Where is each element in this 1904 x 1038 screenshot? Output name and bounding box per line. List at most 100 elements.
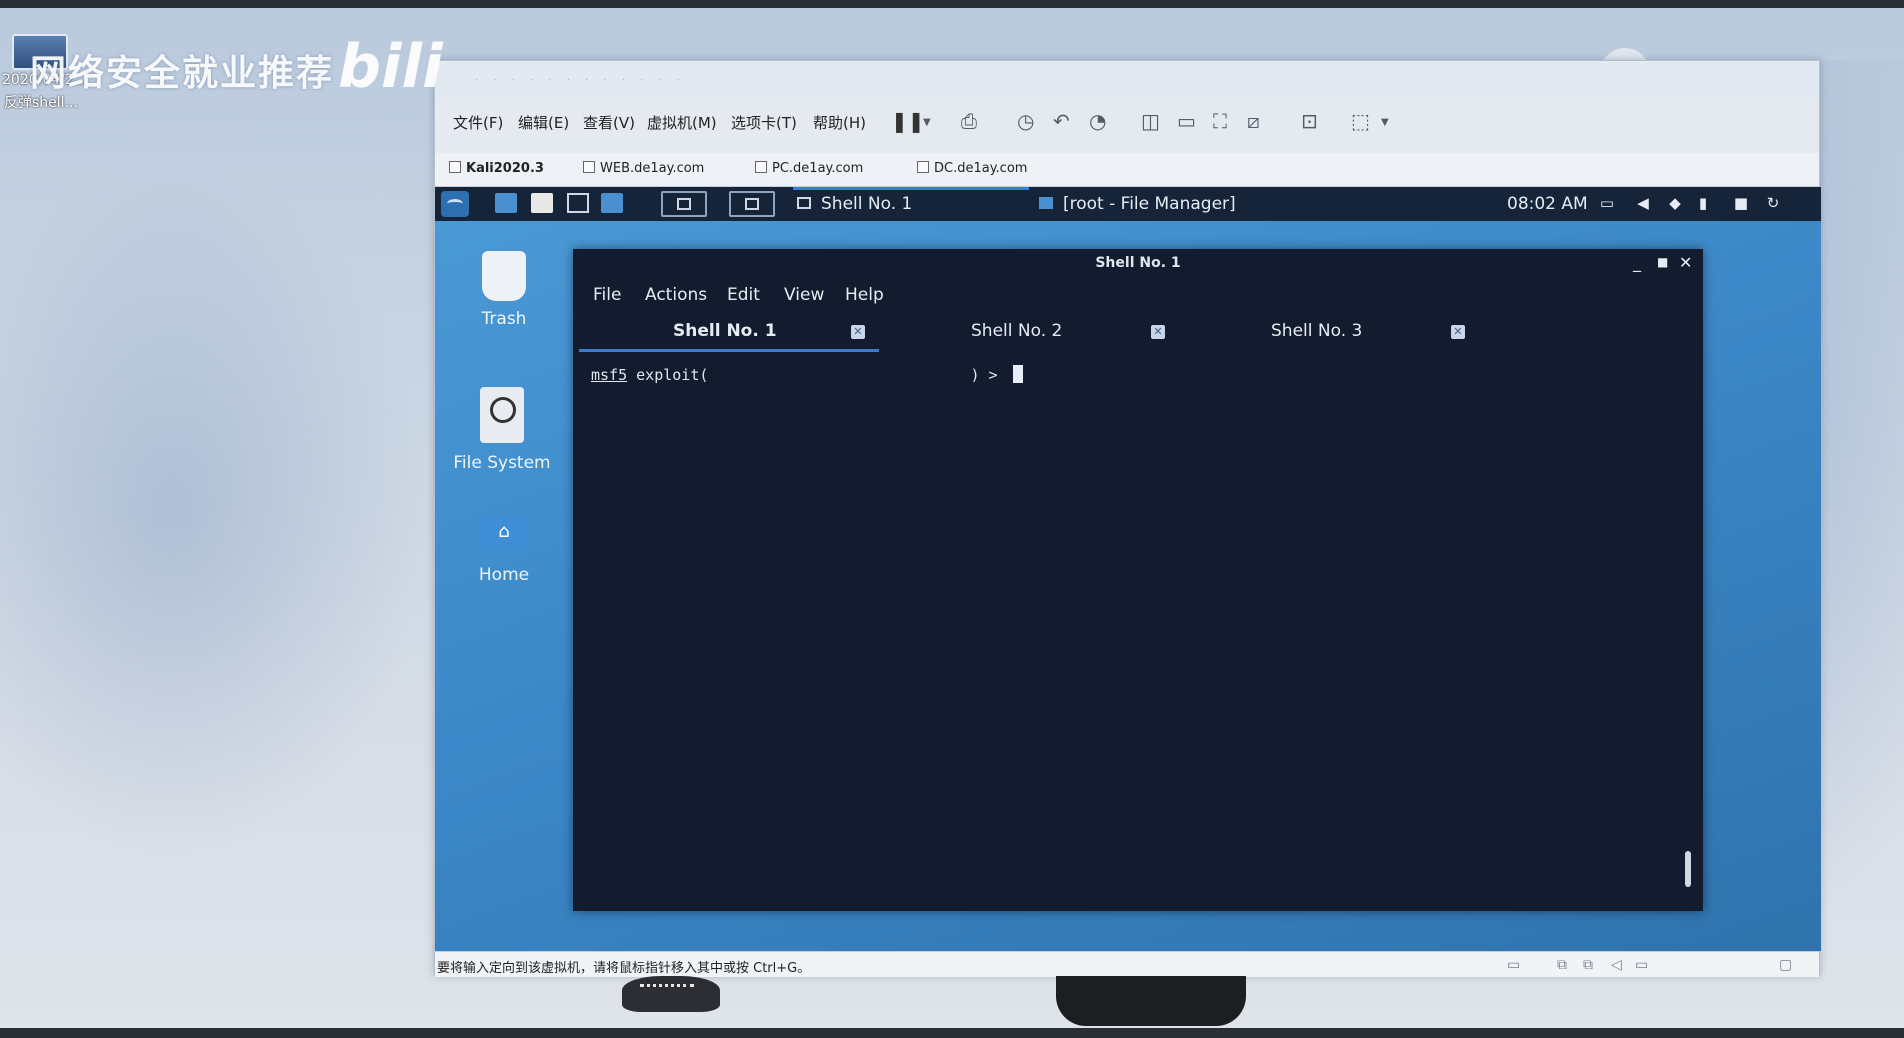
kali-menu-icon[interactable]	[441, 191, 469, 217]
menu-help[interactable]: 帮助(H)	[813, 112, 866, 133]
notification-bell-icon[interactable]: ◆	[1667, 195, 1683, 211]
thumbnail-view-icon[interactable]: ▭	[1177, 109, 1196, 133]
hard-disk-icon[interactable]: ▭	[1507, 957, 1520, 973]
close-tab-icon[interactable]: ✕	[1151, 325, 1165, 339]
network-icon[interactable]: ⧉	[1583, 957, 1593, 973]
send-keys-icon[interactable]: ⎙	[961, 109, 977, 133]
terminal-menu-help[interactable]: Help	[845, 285, 884, 305]
chevron-down-icon[interactable]: ▼	[923, 117, 931, 128]
menu-view[interactable]: 查看(V)	[583, 112, 635, 133]
terminal-menu-actions[interactable]: Actions	[645, 285, 707, 305]
browser-icon[interactable]	[601, 193, 623, 213]
terminal-tab-2[interactable]: Shell No. 2	[971, 321, 1062, 341]
vm-tab-label: Kali2020.3	[466, 161, 544, 176]
terminal-window[interactable]: Shell No. 1 _ ■ ✕ File Actions Edit View…	[573, 249, 1703, 911]
status-message: 要将输入定向到该虚拟机，请将鼠标指针移入其中或按 Ctrl+G。	[437, 961, 811, 976]
active-tab-indicator	[579, 349, 879, 352]
close-tab-icon[interactable]: ✕	[1451, 325, 1465, 339]
revert-snapshot-icon[interactable]: ↶	[1053, 109, 1070, 133]
trash-icon	[482, 251, 526, 301]
terminal-icon[interactable]	[567, 193, 589, 213]
terminal-icon	[797, 197, 811, 209]
menu-edit[interactable]: 编辑(E)	[518, 112, 569, 133]
vm-tab-web[interactable]: WEB.de1ay.com	[583, 161, 704, 176]
menu-file[interactable]: 文件(F)	[453, 112, 503, 133]
folder-icon[interactable]	[531, 193, 553, 213]
prompt-command: exploit(	[636, 366, 709, 384]
vmware-title: · · · · · · · · · · · ·	[475, 75, 687, 86]
vmware-window: · · · · · · · · · · · · 文件(F) 编辑(E) 查看(V…	[434, 60, 1821, 977]
sidebar-view-icon[interactable]: ◫	[1141, 109, 1160, 133]
drive-icon	[480, 387, 524, 443]
close-tab-icon[interactable]: ✕	[851, 325, 865, 339]
snapshot-manager-icon[interactable]: ◔	[1089, 109, 1106, 133]
volume-icon[interactable]: ◀	[1635, 195, 1651, 211]
vm-tab-kali[interactable]: Kali2020.3	[449, 161, 544, 176]
home-icon	[480, 517, 528, 551]
active-task-indicator	[793, 187, 1029, 190]
workspace-1-button[interactable]	[661, 191, 707, 217]
menu-tabs[interactable]: 选项卡(T)	[731, 112, 797, 133]
show-desktop-icon[interactable]	[495, 193, 517, 213]
bilibili-logo: bili	[338, 32, 443, 102]
console-icon[interactable]: ⊡	[1301, 109, 1318, 133]
text-cursor	[1012, 365, 1023, 383]
terminal-menu-edit[interactable]: Edit	[727, 285, 760, 305]
top-bezel	[0, 0, 1904, 8]
vmware-status-bar: 要将输入定向到该虚拟机，请将鼠标指针移入其中或按 Ctrl+G。 ▭ ⧉ ⧉ ◁…	[435, 951, 1819, 977]
network-icon[interactable]: ⧉	[1557, 957, 1567, 973]
vm-tab-dc[interactable]: DC.de1ay.com	[917, 161, 1027, 176]
vm-tab-pc[interactable]: PC.de1ay.com	[755, 161, 863, 176]
desktop-icon-home[interactable]: Home	[449, 517, 559, 585]
pause-icon[interactable]: ❚❚	[891, 109, 925, 133]
usb-icon[interactable]: ▭	[1635, 957, 1648, 973]
power-icon[interactable]: ↻	[1765, 195, 1781, 211]
sound-icon[interactable]: ◁	[1611, 957, 1622, 973]
background-shade	[0, 160, 430, 860]
lock-icon[interactable]: ■	[1733, 195, 1749, 211]
taskbar-shell[interactable]: Shell No. 1	[797, 194, 912, 214]
taskbar-file-manager[interactable]: [root - File Manager]	[1039, 194, 1236, 214]
bottom-bezel	[0, 1028, 1904, 1038]
maximize-icon[interactable]: ■	[1657, 255, 1668, 269]
workspace-2-button[interactable]	[729, 191, 775, 217]
workspace-icon	[677, 198, 691, 210]
vmware-titlebar[interactable]: · · · · · · · · · · · ·	[435, 61, 1819, 101]
video-overlay-title: 网络安全就业推荐	[30, 53, 335, 94]
vm-tab-label: WEB.de1ay.com	[600, 161, 705, 176]
desktop-icon-trash[interactable]: Trash	[449, 251, 559, 329]
vm-icon	[449, 161, 461, 173]
kali-top-panel: Shell No. 1 [root - File Manager] 08:02 …	[435, 187, 1821, 221]
desktop-icon-label: Home	[478, 565, 530, 585]
terminal-tab-1[interactable]: Shell No. 1	[673, 321, 777, 341]
desktop-icon-label: Trash	[481, 309, 527, 329]
terminal-title[interactable]: Shell No. 1	[573, 249, 1703, 279]
vm-icon	[917, 161, 929, 173]
terminal-menu-file[interactable]: File	[593, 285, 621, 305]
stretch-icon[interactable]: ⬚	[1351, 109, 1370, 133]
terminal-prompt[interactable]: msf5 exploit( ) >	[591, 365, 1023, 384]
unity-icon[interactable]: ⧄	[1247, 109, 1260, 133]
fullscreen-icon[interactable]: ⛶	[1213, 109, 1227, 133]
snapshot-icon[interactable]: ◷	[1017, 109, 1034, 133]
guest-display[interactable]: Shell No. 1 [root - File Manager] 08:02 …	[435, 187, 1821, 951]
prompt-suffix: ) >	[970, 366, 998, 384]
clock[interactable]: 08:02 AM	[1507, 194, 1588, 214]
terminal-menu-view[interactable]: View	[784, 285, 824, 305]
battery-icon[interactable]: ▮	[1695, 195, 1711, 211]
display-icon[interactable]: ▭	[1599, 195, 1615, 211]
menu-vm[interactable]: 虚拟机(M)	[647, 112, 717, 133]
chevron-down-icon[interactable]: ▼	[1381, 117, 1389, 128]
shoes-lace	[640, 984, 694, 996]
desktop-icon-file-system[interactable]: File System	[447, 387, 557, 473]
scrollbar-thumb[interactable]	[1685, 851, 1691, 887]
workspace-icon	[745, 198, 759, 210]
message-icon[interactable]: ▢	[1779, 957, 1792, 973]
taskbar-label: Shell No. 1	[821, 194, 913, 214]
terminal-tab-3[interactable]: Shell No. 3	[1271, 321, 1362, 341]
close-icon[interactable]: ✕	[1679, 253, 1692, 272]
desktop-icon-label: File System	[453, 453, 551, 473]
vm-icon	[755, 161, 767, 173]
minimize-icon[interactable]: _	[1633, 253, 1641, 272]
figure-image	[1056, 976, 1246, 1026]
